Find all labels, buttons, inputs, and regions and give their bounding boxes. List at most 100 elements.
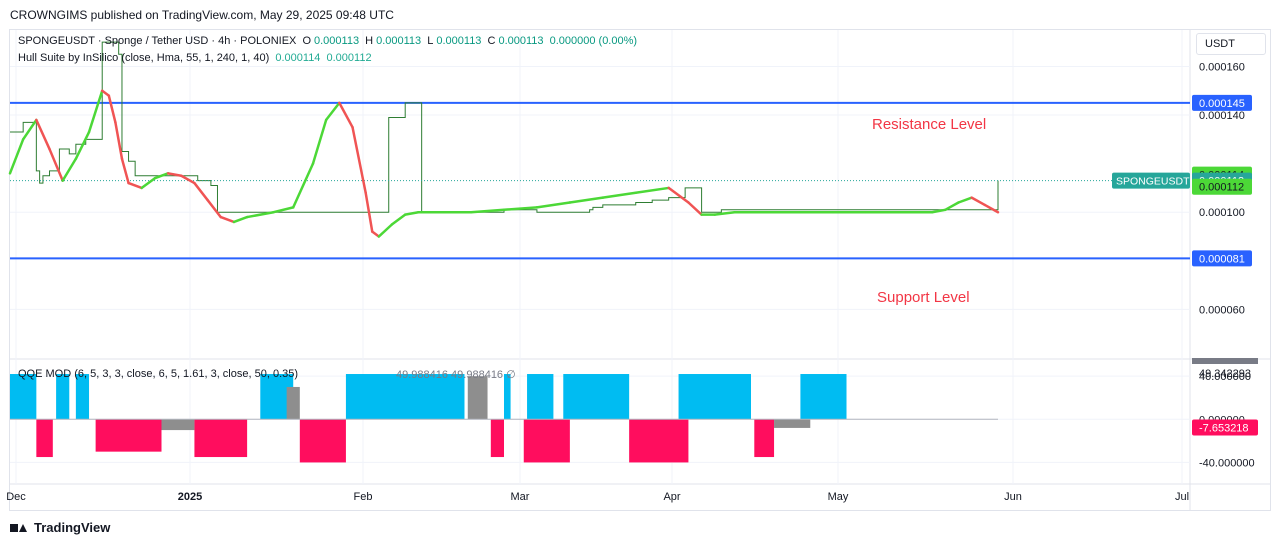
time-tick-label: Mar <box>511 491 530 503</box>
qqe-bar-pink <box>194 419 248 458</box>
hull-segment <box>232 215 249 224</box>
close-value: 0.000113 <box>498 35 544 47</box>
hull-segment <box>272 206 295 214</box>
qqe-tick-label: -40.000000 <box>1199 457 1255 469</box>
qqe-histogram <box>10 374 998 463</box>
qqe-bar-gray <box>286 386 300 420</box>
hull-lower-badge-text: 0.000112 <box>1199 182 1244 194</box>
hull-segment <box>291 162 315 209</box>
hull-segment <box>114 121 124 161</box>
price-tick-label: 0.000100 <box>1199 207 1245 219</box>
hull-segment <box>87 89 104 134</box>
qqe-bar-pink <box>754 419 775 458</box>
qqe-top-cap <box>1192 358 1258 364</box>
qqe-bar-blue <box>563 374 630 420</box>
price-tick-label: 0.000160 <box>1199 61 1245 73</box>
hull-segment <box>245 210 275 219</box>
qqe-bar-blue <box>10 374 37 420</box>
hull-segment <box>970 196 987 207</box>
resistance-annotation: Resistance Level <box>872 116 986 133</box>
hull-segment <box>957 196 973 204</box>
qqe-bar-gray <box>774 419 811 428</box>
indicator-line: Hull Suite by InSilico (close, Hma, 55, … <box>18 52 270 64</box>
qqe-bar-pink <box>629 419 689 463</box>
hull-segment <box>568 196 605 204</box>
qqe-legend: QQE MOD (6, 5, 3, 3, close, 6, 5, 1.61, … <box>18 368 299 380</box>
close-label: C <box>487 35 496 47</box>
hull-segment <box>634 186 670 195</box>
symbol-tag-text: SPONGEUSDT <box>1116 176 1190 188</box>
hull-segment <box>35 118 51 151</box>
hull-segment <box>127 181 143 190</box>
time-tick-label: May <box>828 491 849 503</box>
chart-canvas[interactable]: Dec 2025 Feb Mar Apr May Jun Jul 0.000160 0.00014… <box>0 0 1281 546</box>
qqe-values: 49.988416 49.988416 ∅ <box>396 369 516 381</box>
qqe-bar-blue <box>678 374 751 420</box>
time-tick-label: Jun <box>1004 491 1022 503</box>
support-annotation: Support Level <box>877 289 970 306</box>
change-value: 0.000000 (0.00%) <box>549 35 638 47</box>
price-tick-label: 0.000060 <box>1199 304 1245 316</box>
hull-segment <box>324 101 341 122</box>
symbol-legend: SPONGEUSDT · Sponge / Tether USD · 4h · … <box>18 35 640 47</box>
price-tick-label: 0.000140 <box>1199 110 1245 122</box>
resistance-badge-text: 0.000145 <box>1199 98 1245 110</box>
symbol-line: SPONGEUSDT · Sponge / Tether USD · 4h · … <box>18 35 297 47</box>
brand-label: TradingView <box>34 520 111 535</box>
hull-segment <box>61 157 78 182</box>
qqe-bar-blue <box>800 374 847 420</box>
open-label: O <box>302 35 311 47</box>
hull-value-2: 0.000112 <box>326 52 372 64</box>
high-value: 0.000113 <box>376 35 422 47</box>
hull-value-1: 0.000114 <box>275 52 321 64</box>
hull-segment <box>377 223 394 238</box>
hull-segment <box>8 138 25 175</box>
hull-segment <box>351 125 367 195</box>
hull-segment <box>193 181 209 202</box>
hull-segment <box>140 176 157 190</box>
time-tick-label: Jul <box>1175 491 1189 503</box>
hull-segment <box>74 130 91 161</box>
qqe-bar-gray <box>467 376 488 420</box>
hull-segment <box>944 201 960 212</box>
tradingview-logo-icon <box>10 522 28 534</box>
hull-segment <box>983 203 1000 214</box>
qqe-bar-blue <box>75 374 90 420</box>
footer-brand: TradingView <box>10 520 110 535</box>
time-tick-label: Feb <box>354 491 373 503</box>
hull-segment <box>390 213 407 226</box>
qqe-bar-gray <box>161 419 195 431</box>
hull-segment <box>687 201 703 216</box>
qqe-upper-badge: 49.342293 <box>1199 368 1251 380</box>
qqe-bar-pink <box>523 419 570 463</box>
qqe-lower-badge-text: -7.653218 <box>1199 423 1249 435</box>
qqe-bar-blue <box>527 374 554 420</box>
time-tick-label: Dec <box>6 491 26 503</box>
qqe-bar-pink <box>95 419 162 452</box>
qqe-bar-pink <box>299 419 346 463</box>
price-line <box>10 41 999 213</box>
hull-segment <box>180 174 196 185</box>
support-badge-text: 0.000081 <box>1199 253 1245 265</box>
low-label: L <box>427 35 434 47</box>
qqe-bar-blue <box>56 374 70 420</box>
hull-segment <box>48 147 64 182</box>
hull-series <box>8 89 1000 238</box>
hull-segment <box>601 191 637 199</box>
time-tick-label: Apr <box>663 491 680 503</box>
hull-segment <box>535 201 572 209</box>
qqe-bar-pink <box>490 419 504 458</box>
qqe-bar-pink <box>36 419 53 458</box>
currency-unit-button[interactable]: USDT <box>1196 33 1266 55</box>
price-badges: 0.0001450.0000810.0001140.0001130.000112… <box>1112 94 1258 436</box>
hull-segment <box>206 198 223 219</box>
hull-segment <box>311 118 328 165</box>
hull-segment <box>219 215 236 224</box>
time-tick-label: 2025 <box>178 491 202 503</box>
hull-segment <box>107 94 117 124</box>
hull-segment <box>120 157 130 185</box>
indicator-legend: Hull Suite by InSilico (close, Hma, 55, … <box>18 52 375 64</box>
low-value: 0.000113 <box>436 35 482 47</box>
open-value: 0.000113 <box>314 35 360 47</box>
high-label: H <box>365 35 374 47</box>
